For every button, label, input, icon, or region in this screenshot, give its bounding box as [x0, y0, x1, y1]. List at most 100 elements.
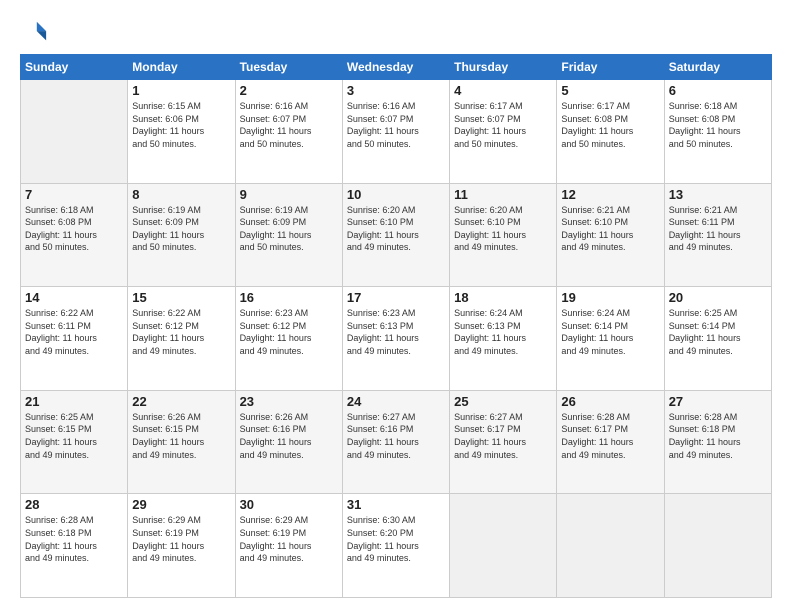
day-details: Sunrise: 6:17 AMSunset: 6:08 PMDaylight:… [561, 100, 659, 150]
calendar-cell: 1 Sunrise: 6:15 AMSunset: 6:06 PMDaylight… [128, 80, 235, 184]
calendar-cell: 13 Sunrise: 6:21 AMSunset: 6:11 PMDayligh… [664, 183, 771, 287]
calendar-week-3: 21 Sunrise: 6:25 AMSunset: 6:15 PMDayligh… [21, 390, 772, 494]
day-number: 4 [454, 83, 552, 98]
day-details: Sunrise: 6:26 AMSunset: 6:15 PMDaylight:… [132, 411, 230, 461]
calendar-cell: 16 Sunrise: 6:23 AMSunset: 6:12 PMDayligh… [235, 287, 342, 391]
calendar-cell [557, 494, 664, 598]
day-number: 12 [561, 187, 659, 202]
day-number: 16 [240, 290, 338, 305]
day-details: Sunrise: 6:16 AMSunset: 6:07 PMDaylight:… [240, 100, 338, 150]
day-number: 20 [669, 290, 767, 305]
calendar-cell: 20 Sunrise: 6:25 AMSunset: 6:14 PMDayligh… [664, 287, 771, 391]
day-details: Sunrise: 6:18 AMSunset: 6:08 PMDaylight:… [669, 100, 767, 150]
day-details: Sunrise: 6:25 AMSunset: 6:14 PMDaylight:… [669, 307, 767, 357]
col-header-wednesday: Wednesday [342, 55, 449, 80]
calendar-cell: 31Sunrise: 6:30 AMSunset: 6:20 PMDayligh… [342, 494, 449, 598]
day-details: Sunrise: 6:23 AMSunset: 6:12 PMDaylight:… [240, 307, 338, 357]
day-details: Sunrise: 6:28 AMSunset: 6:18 PMDaylight:… [25, 514, 123, 564]
day-number: 7 [25, 187, 123, 202]
calendar-cell: 3Sunrise: 6:16 AMSunset: 6:07 PMDaylight… [342, 80, 449, 184]
day-number: 15 [132, 290, 230, 305]
calendar-cell: 27 Sunrise: 6:28 AMSunset: 6:18 PMDayligh… [664, 390, 771, 494]
day-number: 22 [132, 394, 230, 409]
calendar-cell: 14Sunrise: 6:22 AMSunset: 6:11 PMDayligh… [21, 287, 128, 391]
calendar-cell: 18 Sunrise: 6:24 AMSunset: 6:13 PMDayligh… [450, 287, 557, 391]
calendar-cell: 22 Sunrise: 6:26 AMSunset: 6:15 PMDayligh… [128, 390, 235, 494]
day-number: 21 [25, 394, 123, 409]
day-details: Sunrise: 6:16 AMSunset: 6:07 PMDaylight:… [347, 100, 445, 150]
day-details: Sunrise: 6:27 AMSunset: 6:16 PMDaylight:… [347, 411, 445, 461]
day-number: 31 [347, 497, 445, 512]
calendar-cell: 17 Sunrise: 6:23 AMSunset: 6:13 PMDayligh… [342, 287, 449, 391]
day-details: Sunrise: 6:21 AMSunset: 6:11 PMDaylight:… [669, 204, 767, 254]
calendar-cell: 4 Sunrise: 6:17 AMSunset: 6:07 PMDaylight… [450, 80, 557, 184]
day-details: Sunrise: 6:27 AMSunset: 6:17 PMDaylight:… [454, 411, 552, 461]
day-number: 6 [669, 83, 767, 98]
day-number: 2 [240, 83, 338, 98]
calendar-cell: 26 Sunrise: 6:28 AMSunset: 6:17 PMDayligh… [557, 390, 664, 494]
day-number: 13 [669, 187, 767, 202]
day-details: Sunrise: 6:29 AMSunset: 6:19 PMDaylight:… [240, 514, 338, 564]
day-details: Sunrise: 6:21 AMSunset: 6:10 PMDaylight:… [561, 204, 659, 254]
day-number: 1 [132, 83, 230, 98]
day-details: Sunrise: 6:19 AMSunset: 6:09 PMDaylight:… [132, 204, 230, 254]
calendar-cell: 21 Sunrise: 6:25 AMSunset: 6:15 PMDayligh… [21, 390, 128, 494]
calendar-cell: 5 Sunrise: 6:17 AMSunset: 6:08 PMDaylight… [557, 80, 664, 184]
col-header-tuesday: Tuesday [235, 55, 342, 80]
calendar-week-2: 14Sunrise: 6:22 AMSunset: 6:11 PMDayligh… [21, 287, 772, 391]
day-details: Sunrise: 6:15 AMSunset: 6:06 PMDaylight:… [132, 100, 230, 150]
col-header-sunday: Sunday [21, 55, 128, 80]
calendar-cell [450, 494, 557, 598]
col-header-friday: Friday [557, 55, 664, 80]
day-number: 17 [347, 290, 445, 305]
day-number: 23 [240, 394, 338, 409]
header [20, 18, 772, 46]
col-header-saturday: Saturday [664, 55, 771, 80]
day-details: Sunrise: 6:22 AMSunset: 6:12 PMDaylight:… [132, 307, 230, 357]
day-number: 18 [454, 290, 552, 305]
day-number: 24 [347, 394, 445, 409]
calendar-cell [21, 80, 128, 184]
day-number: 30 [240, 497, 338, 512]
day-number: 27 [669, 394, 767, 409]
calendar-cell: 15 Sunrise: 6:22 AMSunset: 6:12 PMDayligh… [128, 287, 235, 391]
day-details: Sunrise: 6:18 AMSunset: 6:08 PMDaylight:… [25, 204, 123, 254]
day-details: Sunrise: 6:28 AMSunset: 6:17 PMDaylight:… [561, 411, 659, 461]
day-number: 11 [454, 187, 552, 202]
calendar-week-0: 1 Sunrise: 6:15 AMSunset: 6:06 PMDaylight… [21, 80, 772, 184]
day-details: Sunrise: 6:23 AMSunset: 6:13 PMDaylight:… [347, 307, 445, 357]
page: SundayMondayTuesdayWednesdayThursdayFrid… [0, 0, 792, 612]
calendar-cell [664, 494, 771, 598]
day-number: 28 [25, 497, 123, 512]
day-number: 26 [561, 394, 659, 409]
day-details: Sunrise: 6:19 AMSunset: 6:09 PMDaylight:… [240, 204, 338, 254]
logo [20, 18, 52, 46]
calendar-cell: 2 Sunrise: 6:16 AMSunset: 6:07 PMDaylight… [235, 80, 342, 184]
day-details: Sunrise: 6:28 AMSunset: 6:18 PMDaylight:… [669, 411, 767, 461]
calendar-cell: 7 Sunrise: 6:18 AMSunset: 6:08 PMDaylight… [21, 183, 128, 287]
calendar-cell: 25 Sunrise: 6:27 AMSunset: 6:17 PMDayligh… [450, 390, 557, 494]
calendar-cell: 28 Sunrise: 6:28 AMSunset: 6:18 PMDayligh… [21, 494, 128, 598]
calendar-week-1: 7 Sunrise: 6:18 AMSunset: 6:08 PMDaylight… [21, 183, 772, 287]
day-number: 25 [454, 394, 552, 409]
day-number: 19 [561, 290, 659, 305]
day-number: 5 [561, 83, 659, 98]
calendar-cell: 12 Sunrise: 6:21 AMSunset: 6:10 PMDayligh… [557, 183, 664, 287]
day-details: Sunrise: 6:24 AMSunset: 6:14 PMDaylight:… [561, 307, 659, 357]
calendar-cell: 10Sunrise: 6:20 AMSunset: 6:10 PMDayligh… [342, 183, 449, 287]
day-number: 8 [132, 187, 230, 202]
day-details: Sunrise: 6:25 AMSunset: 6:15 PMDaylight:… [25, 411, 123, 461]
calendar-table: SundayMondayTuesdayWednesdayThursdayFrid… [20, 54, 772, 598]
calendar-cell: 24 Sunrise: 6:27 AMSunset: 6:16 PMDayligh… [342, 390, 449, 494]
calendar-cell: 9Sunrise: 6:19 AMSunset: 6:09 PMDaylight… [235, 183, 342, 287]
logo-icon [20, 18, 48, 46]
day-details: Sunrise: 6:24 AMSunset: 6:13 PMDaylight:… [454, 307, 552, 357]
day-details: Sunrise: 6:17 AMSunset: 6:07 PMDaylight:… [454, 100, 552, 150]
col-header-thursday: Thursday [450, 55, 557, 80]
calendar-cell: 30 Sunrise: 6:29 AMSunset: 6:19 PMDayligh… [235, 494, 342, 598]
calendar-week-4: 28 Sunrise: 6:28 AMSunset: 6:18 PMDayligh… [21, 494, 772, 598]
calendar-cell: 11Sunrise: 6:20 AMSunset: 6:10 PMDayligh… [450, 183, 557, 287]
day-details: Sunrise: 6:22 AMSunset: 6:11 PMDaylight:… [25, 307, 123, 357]
day-details: Sunrise: 6:29 AMSunset: 6:19 PMDaylight:… [132, 514, 230, 564]
calendar-cell: 23Sunrise: 6:26 AMSunset: 6:16 PMDayligh… [235, 390, 342, 494]
